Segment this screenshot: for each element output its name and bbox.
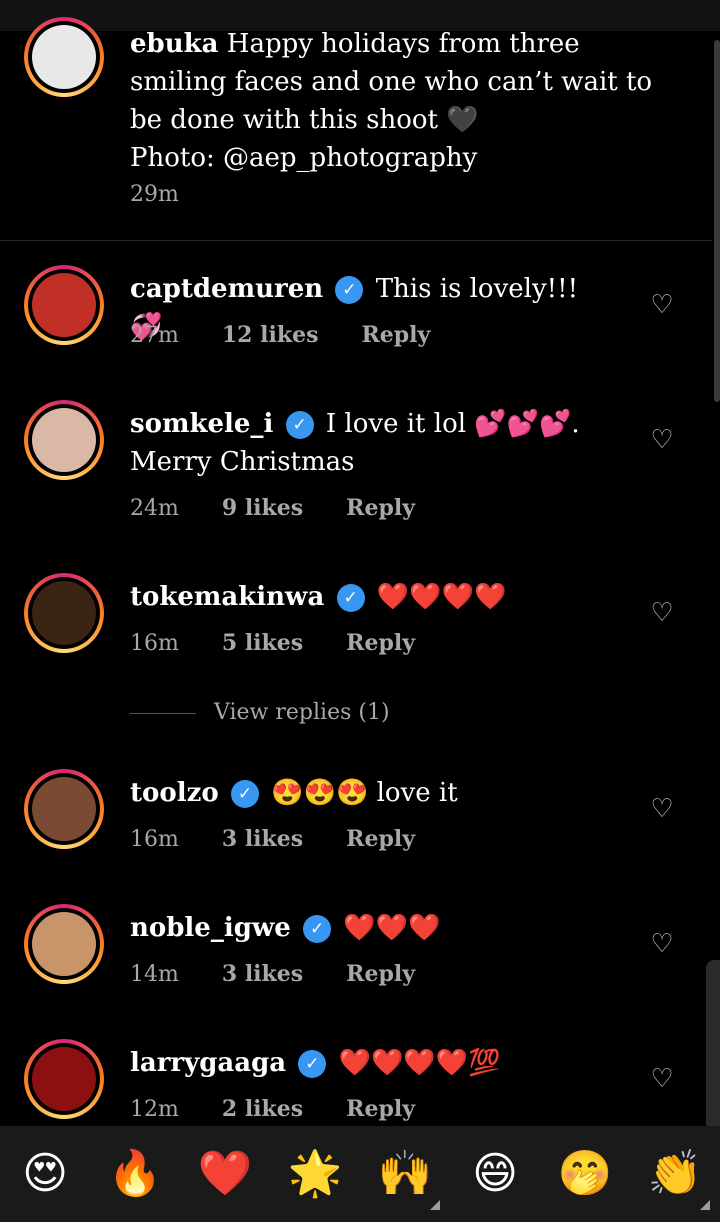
like-heart-icon[interactable]: ♡ (648, 291, 676, 319)
emoji-hand-over-mouth-button[interactable]: 🤭 (555, 1144, 615, 1204)
emoji-clapping-button[interactable]: 👏 (645, 1144, 705, 1204)
like-heart-icon[interactable]: ♡ (648, 1065, 676, 1093)
emoji-heart-eyes-button[interactable]: 😍 (15, 1144, 75, 1204)
avatar[interactable] (24, 400, 104, 480)
comment-meta: 16m 3 likes Reply (130, 826, 451, 852)
emoji-red-heart-button[interactable]: ❤️ (195, 1144, 255, 1204)
comment-text: ❤️❤️❤️❤️ (376, 582, 507, 612)
verified-icon: ✓ (303, 915, 332, 943)
reply-button[interactable]: Reply (346, 630, 415, 656)
comment-meta: 12m 2 likes Reply (130, 1096, 451, 1122)
comment-time: 14m (130, 962, 179, 987)
view-replies-line (130, 712, 196, 714)
comment-text: ❤️❤️❤️❤️💯 (338, 1048, 501, 1078)
caption-time: 29m (130, 182, 179, 207)
caption-photo-credit[interactable]: Photo: @aep_photography (130, 143, 477, 173)
corner-triangle-icon (700, 1200, 710, 1210)
caption-username[interactable]: ebuka (130, 29, 219, 59)
reply-button[interactable]: Reply (361, 322, 430, 348)
avatar[interactable] (24, 904, 104, 984)
comment-username[interactable]: tokemakinwa (130, 582, 324, 612)
avatar[interactable] (24, 573, 104, 653)
verified-icon: ✓ (336, 584, 365, 612)
like-heart-icon[interactable]: ♡ (648, 795, 676, 823)
verified-icon: ✓ (285, 411, 314, 439)
comment-likes[interactable]: 3 likes (222, 826, 303, 852)
comment-text-block: larrygaaga ✓ ❤️❤️❤️❤️💯 (130, 1044, 610, 1082)
emoji-grinning-button[interactable]: 😄 (465, 1144, 525, 1204)
emoji-raised-hands-button[interactable]: 🙌 (375, 1144, 435, 1204)
comment-text: ❤️❤️❤️ (343, 913, 441, 943)
comment-meta: 24m 9 likes Reply (130, 495, 451, 521)
comment-text-block: toolzo ✓ 😍😍😍 love it (130, 774, 610, 812)
post-caption: ebuka Happy holidays from three smiling … (130, 25, 670, 177)
comment-meta: 16m 5 likes Reply (130, 630, 451, 656)
like-heart-icon[interactable]: ♡ (648, 426, 676, 454)
reply-button[interactable]: Reply (346, 495, 415, 521)
emoji-reaction-bar: 😍 🔥 ❤️ 🌟 🙌 😄 🤭 👏 (0, 1126, 720, 1222)
comment-time: 16m (130, 631, 179, 656)
comment-time: 27m (130, 323, 179, 348)
comment-likes[interactable]: 3 likes (222, 961, 303, 987)
avatar[interactable] (24, 769, 104, 849)
like-heart-icon[interactable]: ♡ (648, 930, 676, 958)
comment-meta: 27m 12 likes Reply (130, 322, 466, 348)
comment-likes[interactable]: 9 likes (222, 495, 303, 521)
comment-likes[interactable]: 12 likes (222, 322, 319, 348)
avatar[interactable] (24, 1039, 104, 1119)
comment-text-block: tokemakinwa ✓ ❤️❤️❤️❤️ (130, 578, 610, 616)
avatar[interactable] (24, 265, 104, 345)
comment-time: 24m (130, 496, 179, 521)
view-replies-button[interactable]: View replies (1) (130, 700, 390, 732)
comment-username[interactable]: captdemuren (130, 274, 323, 304)
verified-icon: ✓ (230, 780, 259, 808)
verified-icon: ✓ (298, 1050, 327, 1078)
reply-button[interactable]: Reply (346, 961, 415, 987)
comment-username[interactable]: noble_igwe (130, 913, 291, 943)
comment-text: 😍😍😍 love it (271, 778, 458, 808)
avatar[interactable] (24, 17, 104, 97)
view-replies-label: View replies (1) (214, 700, 390, 725)
comment-likes[interactable]: 5 likes (222, 630, 303, 656)
comment-meta: 14m 3 likes Reply (130, 961, 451, 987)
comment-time: 16m (130, 827, 179, 852)
comment-text-block: somkele_i ✓ I love it lol 💕💕💕. Merry Chr… (130, 405, 610, 481)
corner-triangle-icon (430, 1200, 440, 1210)
comment-likes[interactable]: 2 likes (222, 1096, 303, 1122)
comment-username[interactable]: toolzo (130, 778, 219, 808)
emoji-star-button[interactable]: 🌟 (285, 1144, 345, 1204)
scrollbar[interactable] (714, 40, 720, 402)
verified-icon: ✓ (335, 276, 364, 304)
comment-time: 12m (130, 1097, 179, 1122)
like-heart-icon[interactable]: ♡ (648, 599, 676, 627)
reply-button[interactable]: Reply (346, 826, 415, 852)
comment-text-block: noble_igwe ✓ ❤️❤️❤️ (130, 909, 610, 947)
reply-button[interactable]: Reply (346, 1096, 415, 1122)
divider (0, 240, 712, 241)
comment-username[interactable]: somkele_i (130, 409, 273, 439)
comment-username[interactable]: larrygaaga (130, 1048, 286, 1078)
emoji-fire-button[interactable]: 🔥 (105, 1144, 165, 1204)
